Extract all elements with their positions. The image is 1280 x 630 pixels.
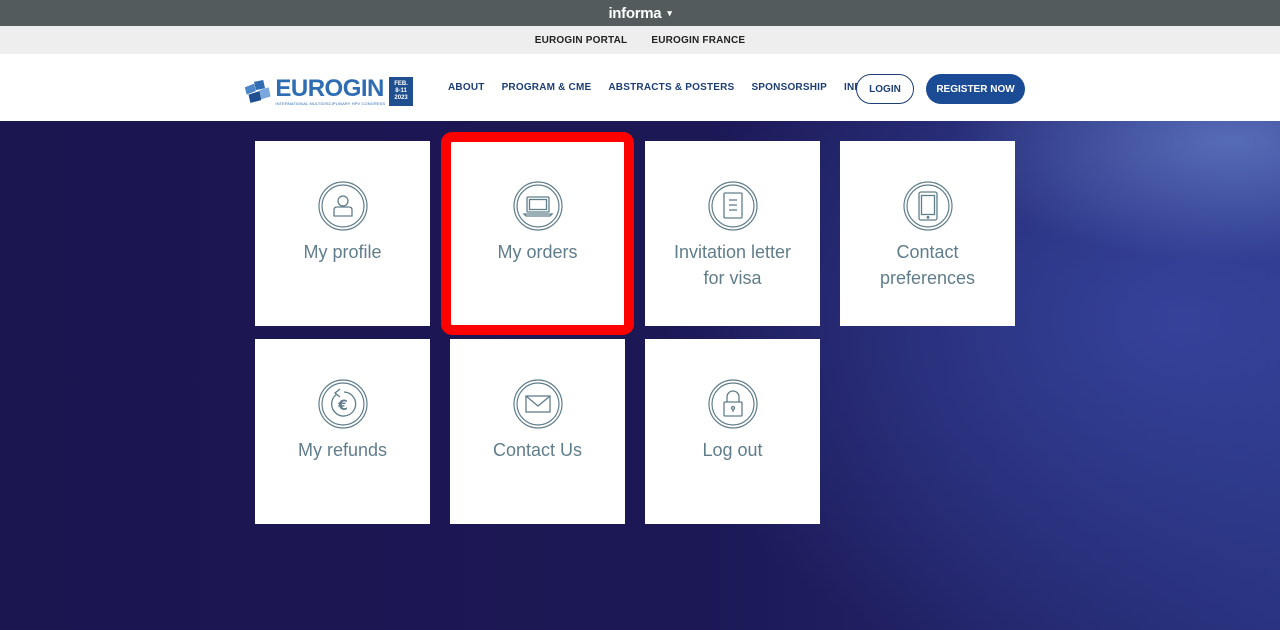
register-now-button[interactable]: REGISTER NOW [926, 74, 1025, 104]
tile-label: My orders [497, 242, 578, 262]
nav-about[interactable]: ABOUT [448, 82, 485, 93]
main-nav: ABOUT PROGRAM & CME ABSTRACTS & POSTERS … [448, 54, 886, 121]
tile-my-profile[interactable]: My profile [255, 141, 430, 326]
tablet-icon [902, 181, 953, 231]
login-button[interactable]: LOGIN [856, 74, 914, 104]
tile-invitation-letter[interactable]: Invitation letter for visa [645, 141, 820, 326]
nav-sponsorship[interactable]: SPONSORSHIP [751, 82, 827, 93]
tile-label: My refunds [297, 440, 388, 460]
tile-label: Invitation letter for visa [673, 242, 792, 288]
logo-wordmark: EUROGIN [275, 74, 384, 102]
euro-refund-icon: € [317, 379, 368, 429]
tile-contact-preferences[interactable]: Contact preferences [840, 141, 1015, 326]
nav-abstracts-posters[interactable]: ABSTRACTS & POSTERS [608, 82, 734, 93]
logo-date-badge: FEB. 8-11 2023 [389, 76, 413, 106]
lock-icon [707, 379, 758, 429]
tile-contact-us[interactable]: Contact Us [450, 339, 625, 524]
tile-my-orders[interactable]: My orders [441, 132, 634, 335]
logo-mark-icon [244, 79, 271, 103]
eurogin-france-link[interactable]: EUROGIN FRANCE [651, 35, 745, 46]
tile-label: Log out [702, 440, 763, 460]
chevron-down-icon[interactable]: ▾ [667, 8, 672, 19]
main-header: EUROGIN INTERNATIONAL MULTIDISCIPLINARY … [0, 54, 1280, 121]
eurogin-portal-link[interactable]: EUROGIN PORTAL [535, 35, 628, 46]
svg-text:€: € [337, 398, 348, 414]
laptop-icon [512, 181, 563, 231]
logo-date-year: 2023 [394, 94, 408, 101]
tile-my-refunds[interactable]: € My refunds [255, 339, 430, 524]
eurogin-logo[interactable]: EUROGIN INTERNATIONAL MULTIDISCIPLINARY … [243, 74, 413, 108]
user-icon [317, 181, 368, 231]
envelope-icon [512, 379, 563, 429]
document-icon [707, 181, 758, 231]
tile-label: My profile [303, 242, 382, 262]
tile-label: Contact preferences [879, 242, 976, 288]
portal-bar: EUROGIN PORTAL EUROGIN FRANCE [0, 26, 1280, 54]
informa-top-bar[interactable]: informa ▾ [0, 0, 1280, 26]
nav-program-cme[interactable]: PROGRAM & CME [502, 82, 592, 93]
logo-subtitle: INTERNATIONAL MULTIDISCIPLINARY HPV CONG… [275, 100, 386, 106]
logo-date-month: FEB. [394, 80, 408, 87]
logo-date-days: 8-11 [395, 87, 407, 94]
tile-label: Contact Us [492, 440, 583, 460]
informa-brand[interactable]: informa [608, 5, 661, 22]
tile-log-out[interactable]: Log out [645, 339, 820, 524]
account-dashboard [0, 121, 1280, 630]
